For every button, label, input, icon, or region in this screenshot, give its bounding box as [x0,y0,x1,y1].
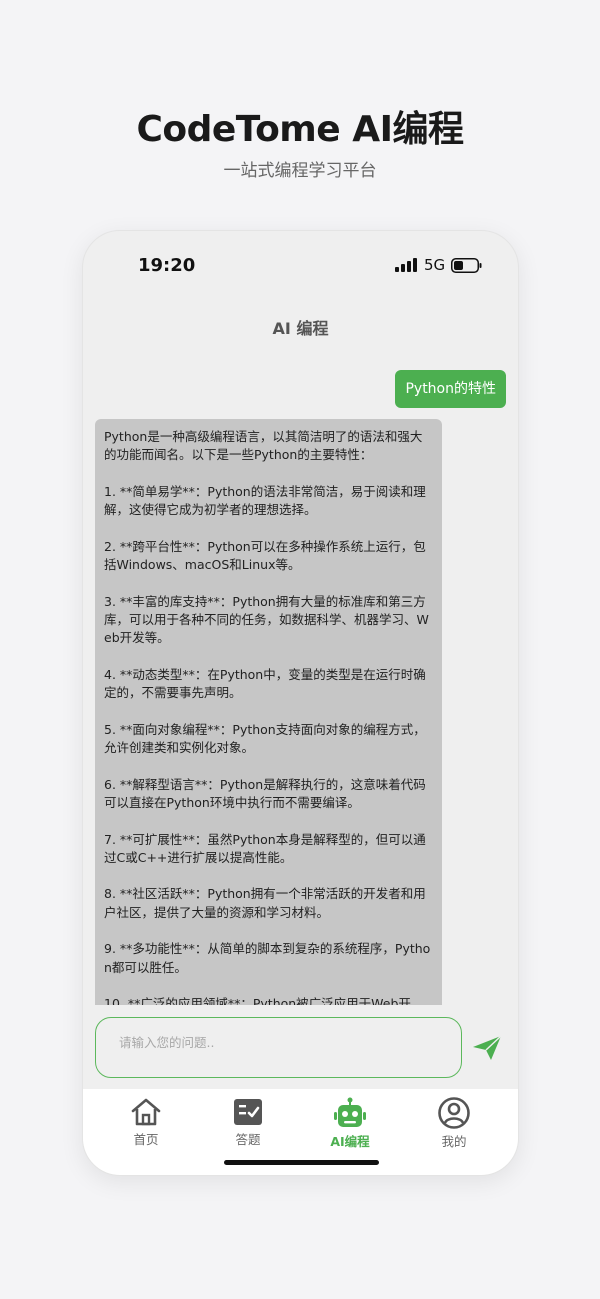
ai-message-bubble[interactable]: Python是一种高级编程语言，以其简洁明了的语法和强大的功能而闻名。以下是一些… [95,419,442,1005]
tab-label: 首页 [133,1132,159,1147]
user-message-bubble: Python的特性 [395,370,506,408]
robot-icon [334,1097,366,1127]
battery-icon [451,258,482,273]
tab-label: AI编程 [330,1134,370,1149]
tab-profile[interactable]: 我的 [409,1097,499,1150]
tab-quiz[interactable]: 答题 [203,1097,293,1148]
promo-title: CodeTome AI编程 [136,109,464,150]
profile-icon [438,1097,470,1129]
phone-frame: 19:20 5G AI 编程 Python的特性 Python是一种高级编程语言… [82,230,519,1176]
page-title: AI 编程 [272,319,329,338]
send-icon[interactable] [471,1033,503,1063]
ai-message-text: Python是一种高级编程语言，以其简洁明了的语法和强大的功能而闻名。以下是一些… [104,429,431,1005]
status-bar: 19:20 5G [83,231,518,297]
tab-ai-coding[interactable]: AI编程 [305,1097,395,1150]
home-icon [131,1098,161,1126]
input-row [83,1017,518,1079]
status-time: 19:20 [138,255,196,276]
tab-label: 答题 [235,1132,261,1147]
promo-subtitle: 一站式编程学习平台 [223,161,377,181]
question-input[interactable] [95,1017,462,1078]
quiz-icon [234,1099,262,1125]
tab-label: 我的 [441,1134,467,1149]
network-label: 5G [424,256,446,274]
tab-home[interactable]: 首页 [101,1097,191,1148]
signal-icon [395,258,417,272]
home-indicator [224,1160,379,1165]
